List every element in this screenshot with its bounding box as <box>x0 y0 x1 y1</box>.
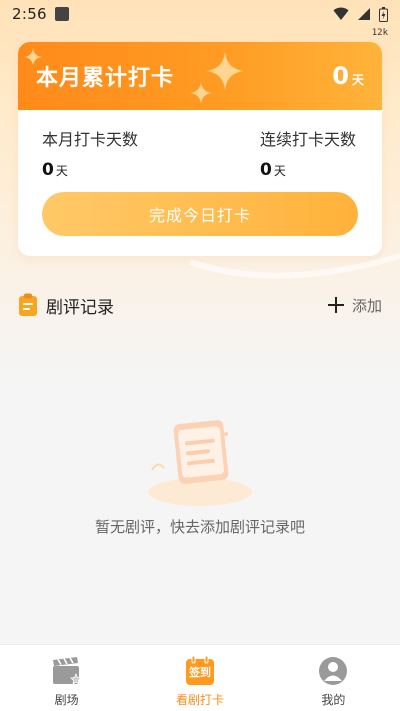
notepad-icon <box>19 293 37 316</box>
notification-icon <box>54 7 69 21</box>
nav-label: 我的 <box>321 693 346 707</box>
monthly-total-unit: 天 <box>351 73 364 87</box>
stat-number: 0 <box>259 160 272 180</box>
stat-unit: 天 <box>55 164 68 178</box>
sparkle-icon <box>24 48 42 66</box>
card-header: 本月累计打卡 0 天 <box>18 42 382 110</box>
stat-number: 0 <box>42 160 54 180</box>
stat-value: 0 天 <box>42 160 138 180</box>
add-review-button[interactable]: 添加 <box>327 295 382 316</box>
add-label: 添加 <box>351 296 382 315</box>
nav-label: 看剧打卡 <box>175 693 224 707</box>
empty-state-text: 暂无剧评，快去添加剧评记录吧 <box>94 518 305 536</box>
network-speed-text: 12k <box>371 28 388 38</box>
plus-icon <box>327 297 344 313</box>
nav-profile[interactable]: 我的 <box>267 645 400 711</box>
stat-value: 0 天 <box>260 160 356 180</box>
stat-label: 本月打卡天数 <box>42 130 139 149</box>
checkin-stats: 本月打卡天数 0 天 连续打卡天数 0 天 <box>18 110 382 180</box>
complete-checkin-button[interactable]: 完成今日打卡 <box>42 192 358 236</box>
network-speed: 12k <box>372 28 388 38</box>
checkin-summary-card: 本月累计打卡 0 天 本月打卡天数 0 天 连续打卡天数 0 天 完成今日打卡 <box>18 42 382 256</box>
signal-icon <box>358 8 370 20</box>
clapperboard-icon <box>51 655 83 687</box>
review-section-header: 剧评记录 添加 <box>18 292 382 318</box>
calendar-checkin-icon: 签到 <box>184 655 216 687</box>
stat-streak-days: 连续打卡天数 0 天 <box>260 126 356 180</box>
checkin-badge-text: 签到 <box>188 666 211 679</box>
profile-icon <box>317 655 349 687</box>
decorative-wave <box>189 253 400 279</box>
card-title: 本月累计打卡 <box>36 66 175 91</box>
sparkle-icon <box>190 82 212 104</box>
status-time: 2:56 <box>12 5 47 23</box>
section-title: 剧评记录 <box>46 297 114 318</box>
battery-icon <box>379 6 388 22</box>
nav-checkin[interactable]: 签到 看剧打卡 <box>133 645 266 711</box>
status-bar: 2:56 <box>0 0 400 28</box>
stat-label: 连续打卡天数 <box>259 130 356 149</box>
nav-theater[interactable]: 剧场 <box>0 645 133 711</box>
empty-notes-illustration <box>148 420 252 506</box>
wifi-icon <box>333 7 349 20</box>
monthly-total: 0 天 <box>332 62 364 90</box>
status-icons <box>333 6 388 22</box>
bottom-navigation: 剧场 签到 看剧打卡 我的 <box>0 644 400 711</box>
monthly-total-value: 0 <box>332 62 349 90</box>
stat-monthly-days: 本月打卡天数 0 天 <box>42 126 138 180</box>
nav-label: 剧场 <box>54 693 79 707</box>
stat-unit: 天 <box>273 164 286 178</box>
